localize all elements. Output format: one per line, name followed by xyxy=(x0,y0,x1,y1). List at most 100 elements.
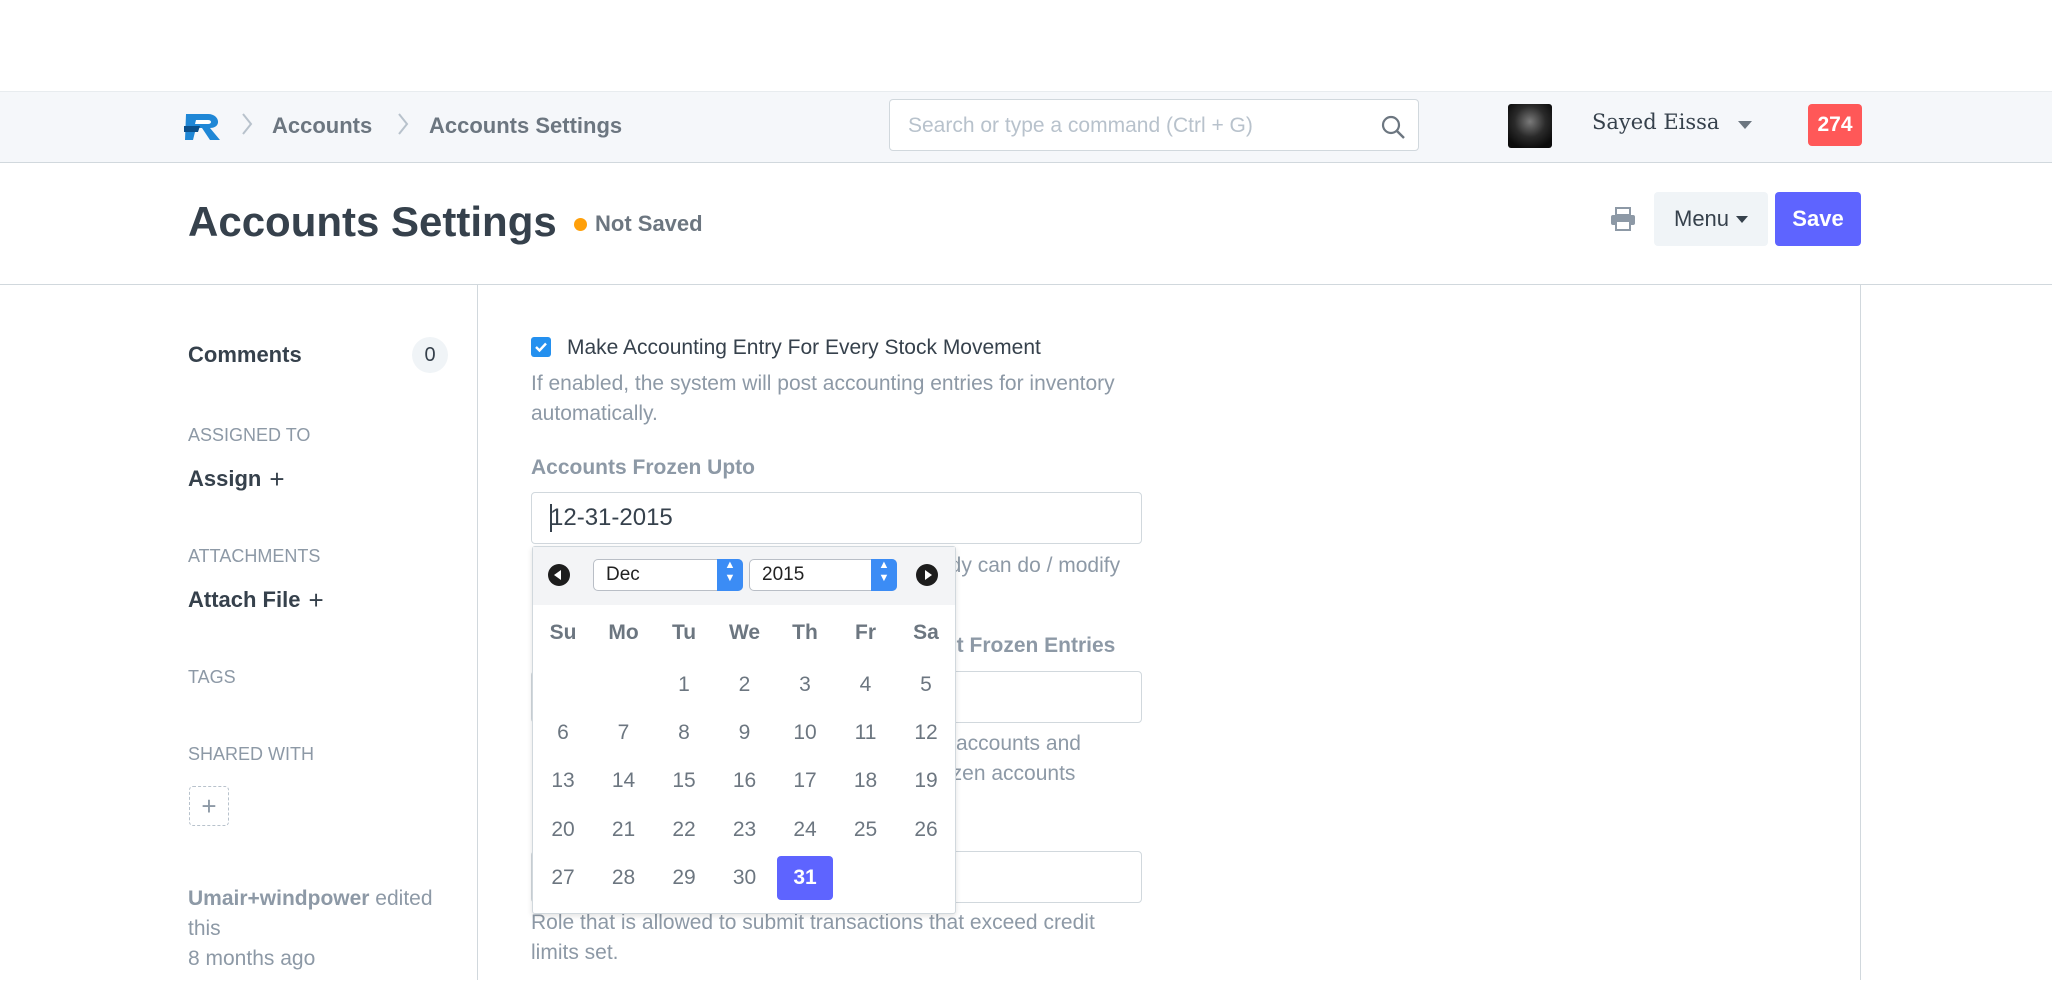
day-cell[interactable]: 1 xyxy=(656,663,712,707)
day-cell[interactable]: 2 xyxy=(717,663,773,707)
plus-icon: + xyxy=(269,464,285,494)
activity-entry: Umair+windpower edited this 8 months ago xyxy=(188,884,458,974)
status-badge: Not Saved xyxy=(595,211,703,236)
prev-month-icon[interactable] xyxy=(548,564,570,586)
stock-entry-help: If enabled, the system will post account… xyxy=(531,372,1115,425)
chevron-right-icon xyxy=(398,113,409,135)
save-button[interactable]: Save xyxy=(1775,192,1861,246)
search-box[interactable] xyxy=(889,99,1419,152)
stock-entry-checkbox[interactable] xyxy=(531,337,551,357)
year-select[interactable]: 2015 ▲ ▼ xyxy=(749,559,897,591)
day-cell[interactable]: 11 xyxy=(838,711,894,755)
day-cell[interactable]: 24 xyxy=(777,808,833,852)
month-select-value: Dec xyxy=(606,564,640,585)
add-share-button[interactable]: + xyxy=(189,786,229,826)
weekday-header: Fr xyxy=(855,621,876,644)
day-cell[interactable]: 3 xyxy=(777,663,833,707)
chevron-down-icon[interactable] xyxy=(1738,121,1752,129)
text-cursor xyxy=(550,504,552,532)
day-cell[interactable]: 21 xyxy=(596,808,652,852)
select-arrows-icon: ▲ ▼ xyxy=(871,559,897,591)
comments-link[interactable]: Comments xyxy=(188,342,302,368)
menu-button[interactable]: Menu xyxy=(1654,192,1768,246)
notification-badge[interactable]: 274 xyxy=(1808,104,1862,146)
app-logo-icon[interactable] xyxy=(184,108,228,142)
day-cell[interactable]: 8 xyxy=(656,711,712,755)
weekday-header: Th xyxy=(792,621,818,644)
sidebar-divider xyxy=(477,285,478,980)
day-cell[interactable]: 15 xyxy=(656,759,712,803)
day-cell[interactable]: 27 xyxy=(535,856,591,900)
frozen-role-help-line-1: accounts and xyxy=(956,732,1081,755)
attach-file-button[interactable]: Attach File + xyxy=(188,583,324,615)
user-name[interactable]: Sayed Eissa xyxy=(1592,110,1719,134)
datepicker-header: Dec ▲ ▼ 2015 ▲ ▼ xyxy=(533,547,955,605)
assign-label: Assign xyxy=(188,466,262,491)
day-cell[interactable]: 26 xyxy=(898,808,954,852)
header-divider xyxy=(0,284,2052,285)
search-icon[interactable] xyxy=(1380,114,1406,140)
day-cell[interactable]: 22 xyxy=(656,808,712,852)
frozen-upto-date-field[interactable] xyxy=(531,492,1142,544)
activity-time: 8 months ago xyxy=(188,947,316,970)
frozen-role-label: dit Frozen Entries xyxy=(938,634,1116,657)
status-indicator-dot xyxy=(574,218,587,231)
datepicker-popup: Dec ▲ ▼ 2015 ▲ ▼ Su Mo Tu We Th Fr Sa 1 2 3 4 5 6 7 8 9 10… xyxy=(532,546,956,914)
day-cell[interactable]: 19 xyxy=(898,759,954,803)
attachments-heading: ATTACHMENTS xyxy=(188,546,321,566)
breadcrumb-accounts-settings[interactable]: Accounts Settings xyxy=(429,113,622,139)
day-cell[interactable]: 13 xyxy=(535,759,591,803)
month-select[interactable]: Dec ▲ ▼ xyxy=(593,559,743,591)
plus-icon: + xyxy=(201,791,217,821)
tags-heading: TAGS xyxy=(188,667,236,687)
attach-file-label: Attach File xyxy=(188,587,301,612)
form-right-border xyxy=(1860,285,1861,980)
shared-with-heading: SHARED WITH xyxy=(188,744,314,764)
checkmark-icon xyxy=(535,342,547,353)
day-cell[interactable]: 9 xyxy=(717,711,773,755)
caret-down-icon xyxy=(1736,216,1748,223)
day-cell[interactable]: 14 xyxy=(596,759,652,803)
credit-controller-help: Role that is allowed to submit transacti… xyxy=(531,911,1095,964)
plus-icon: + xyxy=(308,585,324,615)
day-cell[interactable]: 20 xyxy=(535,808,591,852)
activity-user[interactable]: Umair+windpower xyxy=(188,887,369,910)
day-cell[interactable]: 5 xyxy=(898,663,954,707)
day-cell[interactable]: 25 xyxy=(838,808,894,852)
year-select-value: 2015 xyxy=(762,564,805,585)
navbar: Accounts Accounts Settings Sayed Eissa 2… xyxy=(0,91,2052,163)
day-cell[interactable]: 18 xyxy=(838,759,894,803)
page-title: Accounts Settings xyxy=(188,198,557,245)
next-month-icon[interactable] xyxy=(916,564,938,586)
frozen-help-text: ody can do / modify xyxy=(938,554,1121,577)
chevron-right-icon xyxy=(242,113,253,135)
weekday-header: Tu xyxy=(671,621,697,644)
assigned-to-heading: ASSIGNED TO xyxy=(188,425,311,445)
comments-count-badge: 0 xyxy=(412,337,448,373)
day-cell[interactable]: 6 xyxy=(535,711,591,755)
weekday-header: Sa xyxy=(913,621,939,644)
day-cell[interactable]: 29 xyxy=(656,856,712,900)
breadcrumb-accounts[interactable]: Accounts xyxy=(272,113,372,139)
assign-button[interactable]: Assign + xyxy=(188,462,285,494)
day-cell[interactable]: 16 xyxy=(717,759,773,803)
print-icon[interactable] xyxy=(1610,207,1636,231)
day-cell[interactable]: 23 xyxy=(717,808,773,852)
weekday-header: Su xyxy=(549,621,577,644)
select-arrows-icon: ▲ ▼ xyxy=(717,559,743,591)
search-input[interactable] xyxy=(906,100,1370,152)
weekday-header: Mo xyxy=(608,621,639,644)
avatar[interactable] xyxy=(1508,104,1552,148)
menu-button-label: Menu xyxy=(1674,206,1730,231)
selected-day-cell[interactable]: 31 xyxy=(777,855,833,900)
day-cell[interactable]: 12 xyxy=(898,711,954,755)
day-cell[interactable]: 28 xyxy=(596,856,652,900)
day-cell[interactable]: 30 xyxy=(717,856,773,900)
day-cell[interactable]: 4 xyxy=(838,663,894,707)
day-cell[interactable]: 10 xyxy=(777,711,833,755)
stock-entry-checkbox-label[interactable]: Make Accounting Entry For Every Stock Mo… xyxy=(567,336,1041,360)
day-cell[interactable]: 7 xyxy=(596,711,652,755)
day-cell[interactable]: 17 xyxy=(777,759,833,803)
frozen-upto-label: Accounts Frozen Upto xyxy=(531,456,755,479)
weekday-header: We xyxy=(728,621,761,644)
